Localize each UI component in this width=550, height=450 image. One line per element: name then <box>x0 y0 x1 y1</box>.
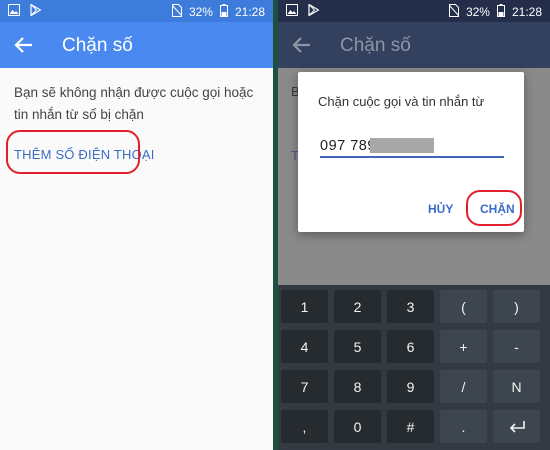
key-2[interactable]: 2 <box>334 290 381 323</box>
status-bar: 32% 21:28 <box>0 0 273 22</box>
key-8[interactable]: 8 <box>334 370 381 403</box>
key-n[interactable]: N <box>493 370 540 403</box>
redacted-digits <box>370 138 434 153</box>
no-sim-icon <box>171 4 183 20</box>
battery-percent: 32% <box>188 5 213 19</box>
cancel-button[interactable]: HỦY <box>428 202 453 216</box>
enter-icon <box>508 420 526 434</box>
key-hash[interactable]: # <box>387 410 434 443</box>
key-7[interactable]: 7 <box>281 370 328 403</box>
content-area: Bạn sẽ không nhận được cuộc gọi hoặc tin… <box>0 68 273 450</box>
key-6[interactable]: 6 <box>387 330 434 363</box>
key-comma[interactable]: , <box>281 410 328 443</box>
key-4[interactable]: 4 <box>281 330 328 363</box>
block-number-screen: 32% 21:28 Chặn số Bạn sẽ không nhận được… <box>0 0 273 450</box>
app-bar: Chặn số <box>0 22 273 68</box>
key-0[interactable]: 0 <box>334 410 381 443</box>
back-arrow-icon <box>290 33 314 57</box>
block-button[interactable]: CHẶN <box>480 202 515 216</box>
block-dialog: Chặn cuộc gọi và tin nhắn từ HỦY CHẶN <box>298 72 524 232</box>
key-3[interactable]: 3 <box>387 290 434 323</box>
key-plus[interactable]: + <box>440 330 487 363</box>
clock: 21:28 <box>234 5 265 19</box>
enter-key[interactable] <box>493 410 540 443</box>
description-text: Bạn sẽ không nhận được cuộc gọi hoặc tin… <box>14 85 254 122</box>
add-phone-number-button[interactable]: THÊM SỐ ĐIỆN THOẠI <box>14 147 155 162</box>
key-period[interactable]: . <box>440 410 487 443</box>
battery-icon <box>219 4 228 20</box>
page-title: Chặn số <box>340 35 411 56</box>
play-store-icon <box>308 3 320 19</box>
clock: 21:28 <box>511 5 542 19</box>
battery-percent: 32% <box>465 5 490 19</box>
key-1[interactable]: 1 <box>281 290 328 323</box>
image-icon <box>286 4 298 19</box>
image-icon <box>8 4 20 19</box>
dialog-title: Chặn cuộc gọi và tin nhắn từ <box>318 94 485 109</box>
back-arrow-icon[interactable] <box>12 33 36 57</box>
key-minus[interactable]: - <box>493 330 540 363</box>
battery-icon <box>496 4 505 20</box>
page-title: Chặn số <box>62 35 133 56</box>
status-bar: 32% 21:28 <box>278 0 550 22</box>
block-dialog-screen: 32% 21:28 Chặn số B T Chặn cuộc gọi và t… <box>278 0 550 450</box>
key-open-paren[interactable]: ( <box>440 290 487 323</box>
app-bar: Chặn số <box>278 22 550 68</box>
key-slash[interactable]: / <box>440 370 487 403</box>
no-sim-icon <box>448 4 460 20</box>
key-9[interactable]: 9 <box>387 370 434 403</box>
play-store-icon <box>30 3 42 19</box>
numeric-keypad: 1 2 3 ( ) 4 5 6 + - 7 8 9 / N , 0 # . <box>278 285 550 450</box>
key-5[interactable]: 5 <box>334 330 381 363</box>
key-close-paren[interactable]: ) <box>493 290 540 323</box>
